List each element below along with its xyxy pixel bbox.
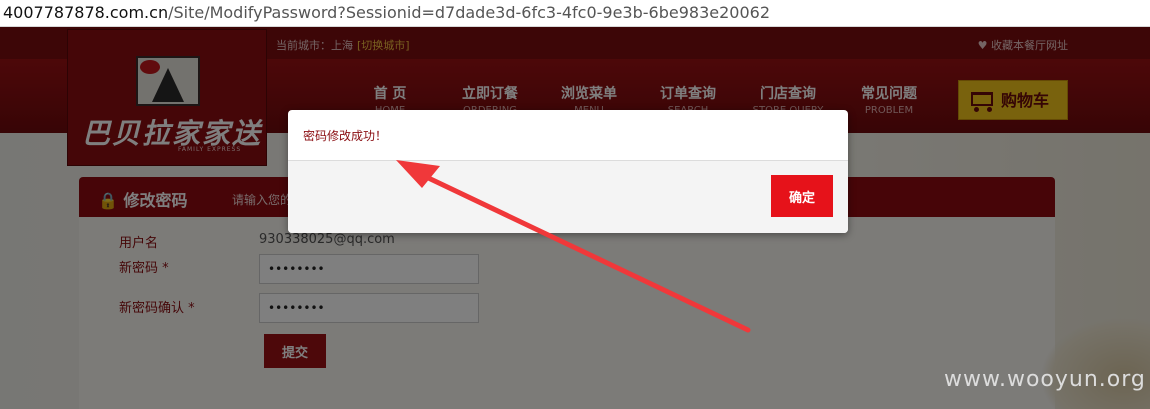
ok-button[interactable]: 确定 [771, 175, 833, 217]
dialog-footer [288, 160, 848, 233]
alert-dialog: 密码修改成功！ 确定 [288, 110, 848, 233]
url-path: /Site/ModifyPassword?Sessionid=d7dade3d-… [168, 3, 770, 22]
dialog-message: 密码修改成功！ [303, 129, 388, 143]
url-host: 4007787878.com.cn [3, 3, 169, 22]
watermark: www.wooyun.org [944, 367, 1146, 392]
address-bar[interactable]: 4007787878.com.cn/Site/ModifyPassword?Se… [0, 0, 1150, 27]
